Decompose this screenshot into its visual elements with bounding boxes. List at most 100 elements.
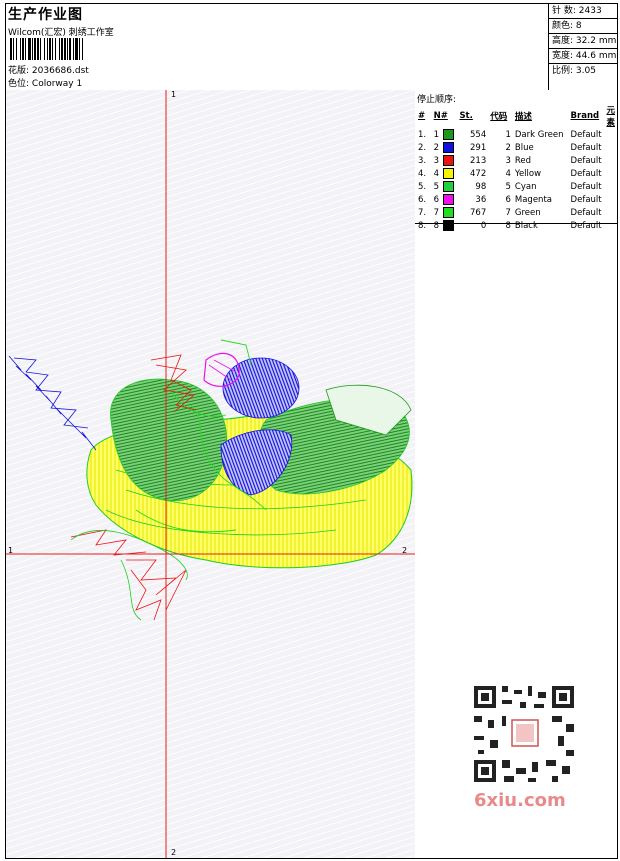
row-n-value: 6 bbox=[433, 195, 440, 205]
row-n: 4 bbox=[432, 167, 458, 180]
color-sequence-legend: 停止顺序: # N# St. 代码 描述 Brand 元素 1. 1 554 1 Dar… bbox=[415, 90, 617, 231]
color-row: 2. 2 291 2 Blue Default bbox=[416, 141, 617, 154]
stat-height: 高度: 32.2 mm bbox=[549, 34, 618, 49]
axis-bottom-label: 2 bbox=[171, 848, 177, 857]
company-name: Wilcom(汇宏) 刺绣工作室 bbox=[8, 28, 114, 38]
row-n: 1 bbox=[432, 128, 458, 141]
row-code: 3 bbox=[505, 155, 511, 166]
stat-scale: 比例: 3.05 bbox=[552, 66, 596, 76]
design-drawing bbox=[6, 90, 415, 858]
col-stitches: St. bbox=[459, 111, 473, 121]
legend-title: 停止顺序: bbox=[417, 95, 457, 105]
row-index: 4. bbox=[418, 168, 427, 179]
color-row: 7. 7 767 7 Green Default bbox=[416, 206, 617, 219]
embroidery-preview: 1 2 1 2 bbox=[6, 90, 416, 858]
col-n: N# bbox=[433, 111, 448, 121]
design-stats: 针 数: 2433 颜色: 8 高度: 32.2 mm 宽度: 44.6 mm … bbox=[548, 4, 618, 90]
row-n-value: 5 bbox=[433, 182, 440, 192]
row-description: Black bbox=[514, 220, 538, 231]
row-n: 7 bbox=[432, 206, 458, 219]
row-code: 5 bbox=[505, 181, 511, 192]
row-description: Red bbox=[514, 155, 532, 166]
color-row: 1. 1 554 1 Dark Green Default bbox=[416, 128, 617, 141]
row-n-value: 1 bbox=[433, 130, 440, 140]
color-table-header: # N# St. 代码 描述 Brand 元素 bbox=[416, 104, 617, 128]
design-file-value: 2036686.dst bbox=[31, 66, 89, 76]
row-stitches: 291 bbox=[470, 142, 487, 153]
row-brand: Default bbox=[570, 207, 602, 218]
design-file-row: 花版: 2036686.dst bbox=[8, 63, 89, 76]
row-stitches: 98 bbox=[475, 181, 487, 192]
row-n: 8 bbox=[432, 219, 458, 232]
row-description: Magenta bbox=[514, 194, 552, 205]
row-description: Cyan bbox=[514, 181, 537, 192]
blue-fruit-top bbox=[222, 357, 300, 419]
stat-width: 宽度: 44.6 mm bbox=[549, 49, 618, 64]
row-n-value: 3 bbox=[433, 156, 440, 166]
col-index: # bbox=[418, 111, 426, 121]
row-brand: Default bbox=[570, 181, 602, 192]
row-element bbox=[604, 193, 617, 206]
color-row: 5. 5 98 5 Cyan Default bbox=[416, 180, 617, 193]
row-code: 6 bbox=[505, 194, 511, 205]
row-stitches: 0 bbox=[480, 220, 487, 231]
row-index: 5. bbox=[418, 181, 427, 192]
row-n-value: 8 bbox=[433, 221, 440, 231]
row-stitches: 554 bbox=[470, 129, 487, 140]
stat-stitches: 针 数: 2433 bbox=[549, 4, 618, 19]
axis-top-label: 1 bbox=[171, 90, 177, 99]
colorway-value: Colorway 1 bbox=[31, 79, 83, 89]
color-row: 3. 3 213 3 Red Default bbox=[416, 154, 617, 167]
row-code: 7 bbox=[505, 207, 511, 218]
row-n: 6 bbox=[432, 193, 458, 206]
col-description: 描述 bbox=[514, 112, 532, 122]
worksheet-header: 生产作业图 Wilcom(汇宏) 刺绣工作室 花版: 2036686.dst 色… bbox=[6, 4, 618, 91]
row-index: 3. bbox=[418, 155, 427, 166]
row-stitches: 767 bbox=[470, 207, 487, 218]
row-index: 7. bbox=[418, 207, 427, 218]
row-stitches: 472 bbox=[470, 168, 487, 179]
row-description: Yellow bbox=[514, 168, 542, 179]
color-table: # N# St. 代码 描述 Brand 元素 1. 1 554 1 Dark Gree… bbox=[416, 104, 617, 232]
row-stitches: 36 bbox=[475, 194, 487, 205]
row-code: 2 bbox=[505, 142, 511, 153]
row-brand: Default bbox=[570, 155, 602, 166]
color-swatch bbox=[443, 155, 455, 166]
axis-right-label: 2 bbox=[402, 546, 408, 555]
row-element bbox=[604, 219, 617, 232]
color-row: 4. 4 472 4 Yellow Default bbox=[416, 167, 617, 180]
row-code: 4 bbox=[505, 168, 511, 179]
stat-colors: 颜色: 8 bbox=[549, 19, 618, 34]
axis-left-label: 1 bbox=[8, 546, 14, 555]
row-n-value: 2 bbox=[433, 143, 440, 153]
row-element bbox=[604, 154, 617, 167]
row-description: Blue bbox=[514, 142, 534, 153]
color-swatch bbox=[443, 220, 455, 231]
row-stitches: 213 bbox=[470, 155, 487, 166]
col-brand: Brand bbox=[570, 111, 600, 121]
color-swatch bbox=[443, 129, 455, 140]
colorway-row: 色位: Colorway 1 bbox=[8, 76, 82, 89]
col-code: 代码 bbox=[490, 112, 508, 122]
color-swatch bbox=[443, 168, 455, 179]
row-brand: Default bbox=[570, 142, 602, 153]
row-brand: Default bbox=[570, 194, 602, 205]
row-element bbox=[604, 206, 617, 219]
row-n: 5 bbox=[432, 180, 458, 193]
row-n-value: 4 bbox=[433, 169, 440, 179]
color-row: 8. 8 0 8 Black Default bbox=[416, 219, 617, 232]
colorway-label: 色位: bbox=[8, 79, 30, 89]
page-title: 生产作业图 bbox=[8, 7, 83, 23]
row-index: 1. bbox=[418, 129, 427, 140]
header-info: 生产作业图 Wilcom(汇宏) 刺绣工作室 花版: 2036686.dst 色… bbox=[6, 4, 548, 90]
row-element bbox=[604, 128, 617, 141]
row-brand: Default bbox=[570, 220, 602, 231]
row-element bbox=[604, 141, 617, 154]
qr-code-image bbox=[468, 680, 580, 788]
color-swatch bbox=[443, 207, 455, 218]
row-n: 3 bbox=[432, 154, 458, 167]
row-element bbox=[604, 167, 617, 180]
watermark-text: 6xiu.com bbox=[474, 790, 566, 811]
row-element bbox=[604, 180, 617, 193]
row-code: 1 bbox=[505, 129, 511, 140]
